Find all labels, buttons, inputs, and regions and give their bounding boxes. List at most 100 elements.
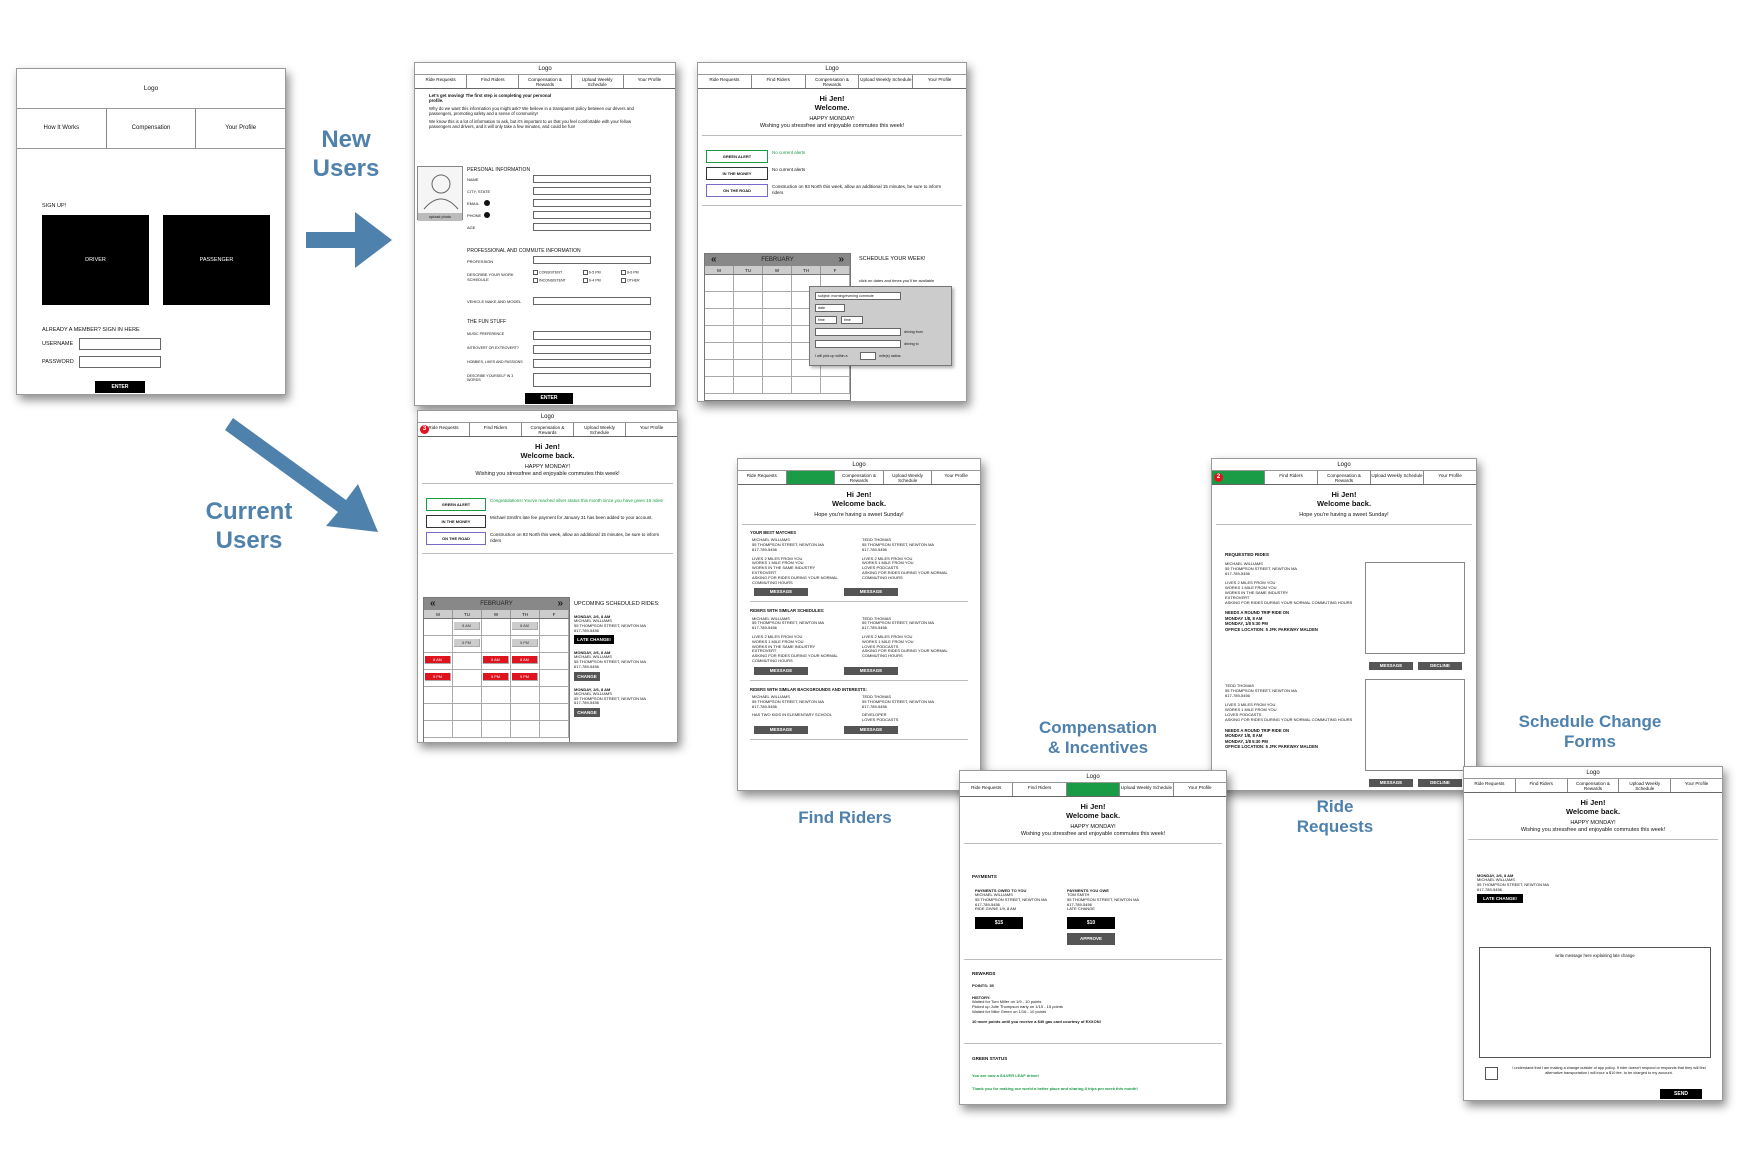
calendar-cell[interactable]: [763, 292, 792, 309]
message-button[interactable]: MESSAGE: [844, 726, 898, 735]
nav-compensation[interactable]: Compensation & Rewards: [1066, 783, 1121, 796]
nav-upload-schedule[interactable]: Upload Weekly Schedule: [1371, 471, 1424, 484]
calendar-cell[interactable]: [540, 619, 569, 636]
username-input[interactable]: [79, 338, 161, 350]
calendar-cell[interactable]: 5 PM: [482, 670, 511, 687]
personal-field-input[interactable]: [533, 223, 651, 231]
decline-button-1[interactable]: DECLINE: [1418, 662, 1462, 670]
calendar-cell[interactable]: 5 PM: [424, 670, 453, 687]
message-button-1[interactable]: MESSAGE: [1369, 662, 1413, 670]
nav-your-profile[interactable]: Your Profile: [626, 423, 677, 436]
message-button[interactable]: MESSAGE: [844, 666, 898, 675]
calendar-event[interactable]: 5 PM: [512, 673, 538, 681]
amount-owed-button[interactable]: $15: [975, 917, 1023, 930]
calendar-event[interactable]: 8 AM: [454, 622, 480, 630]
calendar-cell[interactable]: [453, 670, 482, 687]
personal-field-input[interactable]: [533, 175, 651, 183]
driving-from-input[interactable]: [815, 328, 901, 336]
nav-your-profile[interactable]: Your Profile: [1424, 471, 1476, 484]
nav-ride-requests[interactable]: Ride Requests: [415, 75, 468, 88]
calendar-cell[interactable]: [705, 360, 734, 377]
calendar-cell[interactable]: 5 PM: [453, 636, 482, 653]
calendar-cell[interactable]: [763, 360, 792, 377]
nav-upload-schedule[interactable]: Upload Weekly Schedule: [1619, 779, 1672, 792]
nav-compensation[interactable]: Compensation & Rewards: [835, 471, 884, 484]
calendar-cell[interactable]: [540, 636, 569, 653]
personal-field-input[interactable]: [533, 211, 651, 219]
calendar-cell[interactable]: [763, 275, 792, 292]
calendar-grid[interactable]: 8 AM 8 AM 5 PM 5 PM 8 AM 8 AM 8 AM 5 PM 5 PM 5 PM: [424, 619, 569, 738]
calendar-cell[interactable]: [705, 309, 734, 326]
fun-field-input[interactable]: [533, 331, 651, 340]
nav-upload-schedule[interactable]: Upload Weekly Schedule: [859, 75, 914, 88]
calendar-cell[interactable]: [734, 309, 763, 326]
nav-ride-requests[interactable]: Ride Requests: [960, 783, 1014, 796]
fun-field-input[interactable]: [533, 345, 651, 354]
nav-upload-schedule[interactable]: Upload Weekly Schedule: [572, 75, 624, 88]
personal-field-input[interactable]: [533, 187, 651, 195]
calendar-cell[interactable]: [763, 377, 792, 394]
radius-input[interactable]: [860, 352, 876, 360]
calendar-cell[interactable]: [705, 275, 734, 292]
nav-compensation[interactable]: Compensation & Rewards: [1568, 779, 1620, 792]
driver-button[interactable]: DRIVER: [42, 215, 149, 305]
nav-find-riders[interactable]: Find Riders: [467, 75, 520, 88]
calendar-cell[interactable]: [821, 377, 850, 394]
personal-field-label[interactable]: NAME: [467, 177, 479, 182]
calendar-cell[interactable]: [792, 377, 821, 394]
nav-your-profile[interactable]: Your Profile: [624, 75, 675, 88]
rides-calendar[interactable]: «FEBRUARY» M TU W TH F 8 AM 8 AM 5 PM 5 PM 8 AM 8…: [423, 597, 570, 742]
calendar-cell[interactable]: [763, 326, 792, 343]
nav-find-riders[interactable]: Find Riders: [786, 471, 836, 484]
calendar-event[interactable]: 5 PM: [512, 639, 538, 647]
calendar-event[interactable]: 8 AM: [425, 656, 451, 664]
profile-enter-button[interactable]: ENTER: [525, 393, 573, 404]
calendar-cell[interactable]: 5 PM: [511, 670, 540, 687]
change-button[interactable]: CHANGE: [574, 671, 600, 681]
nav-upload-schedule[interactable]: Upload Weekly Schedule: [574, 423, 626, 436]
nav-ride-requests[interactable]: Ride Requests: [738, 471, 787, 484]
calendar-cell[interactable]: 8 AM: [511, 619, 540, 636]
driving-to-input[interactable]: [815, 340, 901, 348]
calendar-cell[interactable]: [511, 687, 540, 704]
nav-your-profile[interactable]: Your Profile: [1671, 779, 1722, 792]
calendar-cell[interactable]: 8 AM: [453, 619, 482, 636]
decline-button-2[interactable]: DECLINE: [1418, 779, 1462, 787]
calendar-cell[interactable]: [734, 326, 763, 343]
check-8-6[interactable]: 8-6 PM: [621, 270, 658, 275]
nav-your-profile[interactable]: Your Profile: [913, 75, 966, 88]
calendar-cell[interactable]: [540, 704, 569, 721]
calendar-cell[interactable]: [453, 687, 482, 704]
nav-find-riders[interactable]: Find Riders: [1013, 783, 1067, 796]
nav-how-it-works[interactable]: How It Works: [17, 109, 107, 148]
message-button[interactable]: MESSAGE: [844, 588, 898, 597]
time-start-input[interactable]: time: [815, 316, 837, 324]
calendar-cell[interactable]: [540, 670, 569, 687]
calendar-cell[interactable]: [424, 636, 453, 653]
approve-button[interactable]: APPROVE: [1067, 933, 1115, 946]
message-button[interactable]: MESSAGE: [754, 588, 808, 597]
calendar-cell[interactable]: [705, 326, 734, 343]
late-change-message-input[interactable]: write message here explaining late chang…: [1479, 947, 1711, 1058]
calendar-event[interactable]: 5 PM: [454, 639, 480, 647]
nav-your-profile[interactable]: Your Profile: [1174, 783, 1226, 796]
calendar-cell[interactable]: [734, 360, 763, 377]
personal-field-label[interactable]: AGE: [467, 225, 475, 230]
calendar-cell[interactable]: 5 PM: [511, 636, 540, 653]
calendar-event[interactable]: 8 AM: [483, 656, 509, 664]
schedule-popup[interactable]: subject: morning/evening commute date ti…: [809, 286, 952, 366]
calendar-event[interactable]: 5 PM: [425, 673, 451, 681]
check-other[interactable]: OTHER: [621, 278, 658, 283]
calendar-cell[interactable]: [453, 704, 482, 721]
calendar-cell[interactable]: [763, 309, 792, 326]
nav-find-riders[interactable]: Find Riders: [1265, 471, 1318, 484]
check-6-4[interactable]: 6-4 PM: [583, 278, 621, 283]
calendar-cell[interactable]: [734, 343, 763, 360]
password-input[interactable]: [79, 356, 161, 368]
nav-ride-requests[interactable]: Ride Requests: [1464, 779, 1516, 792]
understand-checkbox[interactable]: [1485, 1067, 1498, 1080]
calendar-cell[interactable]: [734, 377, 763, 394]
nav-compensation[interactable]: Compensation & Rewards: [522, 423, 574, 436]
calendar-cell[interactable]: [424, 619, 453, 636]
calendar-cell[interactable]: 8 AM: [482, 653, 511, 670]
